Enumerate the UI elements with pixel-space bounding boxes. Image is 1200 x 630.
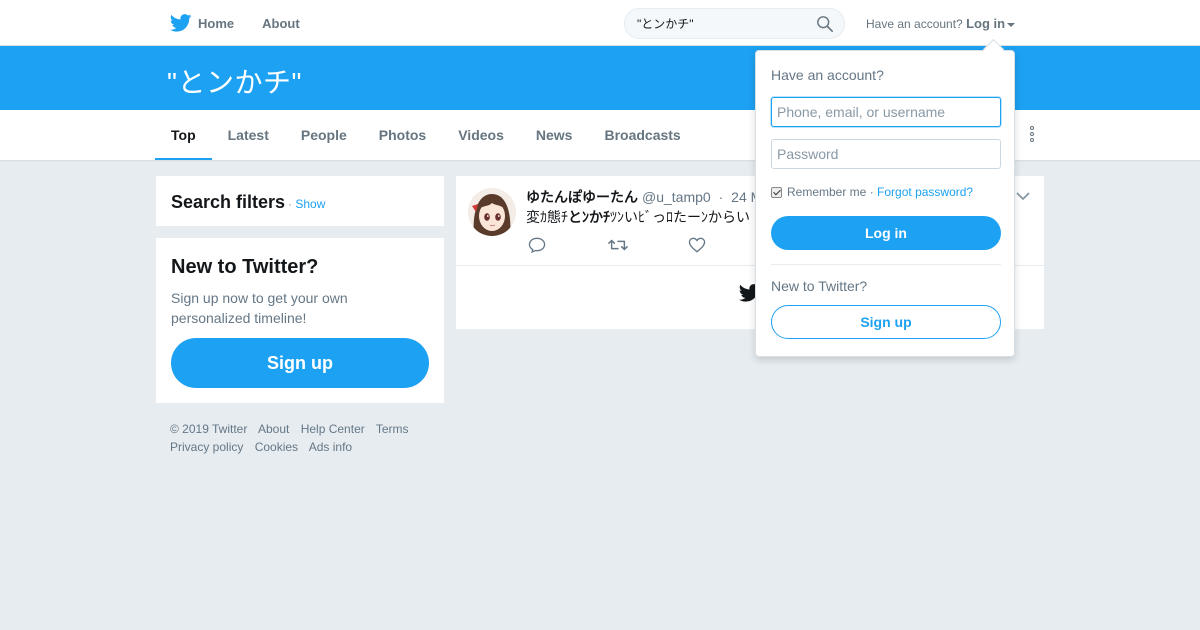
tab-videos[interactable]: Videos (442, 110, 520, 160)
search-match-highlight: とﾝかﾁ (568, 209, 610, 225)
signup-button[interactable]: Sign up (171, 338, 429, 388)
footer-links: © 2019 Twitter About Help Center Terms P… (170, 420, 440, 456)
login-menu-toggle[interactable]: Have an account? Log in (866, 16, 1016, 31)
login-button[interactable]: Log in (771, 216, 1001, 250)
footer-copyright: © 2019 Twitter (170, 422, 248, 436)
footer-help-link[interactable]: Help Center (301, 422, 365, 436)
about-label: About (262, 15, 300, 31)
footer-cookies-link[interactable]: Cookies (255, 440, 298, 454)
footer-privacy-link[interactable]: Privacy policy (170, 440, 243, 454)
about-link[interactable]: About (262, 16, 300, 31)
tweet-actions (528, 237, 768, 258)
tweet-author[interactable]: ゆたんぽゆーたん @u_tamp0 · 24 M (526, 187, 762, 207)
search-tabs: Top Latest People Photos Videos News Bro… (155, 110, 697, 160)
search-input[interactable] (637, 16, 807, 30)
reply-icon (528, 237, 546, 254)
password-field[interactable] (771, 139, 1001, 169)
search-header: "とンかチ" (0, 46, 1200, 110)
show-filters-link[interactable]: · Show (288, 197, 325, 211)
new-to-twitter-prompt: New to Twitter? (771, 278, 868, 294)
avatar-image (468, 188, 516, 236)
more-options-icon[interactable] (1026, 126, 1038, 144)
nav-links: Home About (170, 0, 328, 46)
login-dropdown: Have an account? Remember me · Forgot pa… (755, 50, 1015, 357)
retweet-icon (608, 239, 628, 251)
signup-card-description: Sign up now to get your own personalized… (171, 290, 348, 326)
signup-card: New to Twitter? Sign up now to get your … (156, 238, 444, 403)
reply-button[interactable] (528, 237, 608, 258)
tweet-display-name: ゆたんぽゆーたん (526, 189, 638, 205)
tab-top[interactable]: Top (155, 110, 212, 160)
twitter-bird-icon (170, 14, 192, 32)
tab-photos[interactable]: Photos (363, 110, 442, 160)
tweet-text: 変ｶ態ﾁとﾝかﾁﾂﾝいﾋﾞっﾛたーﾝからい (526, 209, 750, 225)
tweet-handle: @u_tamp0 (642, 189, 711, 205)
divider (771, 264, 1001, 265)
search-filters-title: Search filters (171, 192, 286, 212)
dropdown-signup-button[interactable]: Sign up (771, 305, 1001, 339)
signup-card-title: New to Twitter? (171, 256, 319, 278)
retweet-button[interactable] (608, 237, 688, 258)
footer-about-link[interactable]: About (258, 422, 289, 436)
tab-bar: Top Latest People Photos Videos News Bro… (0, 110, 1200, 160)
footer-ads-link[interactable]: Ads info (309, 440, 352, 454)
heart-icon (688, 237, 706, 253)
account-prompt: Have an account? (866, 17, 963, 31)
page-title: "とンかチ" (167, 67, 302, 98)
tab-people[interactable]: People (285, 110, 363, 160)
tweet-date-separator: · (718, 189, 724, 205)
remember-me-label[interactable]: Remember me (787, 185, 866, 199)
caret-down-icon (1007, 22, 1016, 27)
avatar[interactable] (468, 188, 516, 236)
search-icon[interactable] (816, 15, 834, 33)
login-label: Log in (966, 16, 1006, 31)
remember-me-checkbox[interactable] (771, 186, 782, 198)
top-navigation-bar: Home About Have an account? Log in (0, 0, 1200, 46)
home-label: Home (198, 15, 235, 31)
search-box (624, 8, 845, 39)
footer-terms-link[interactable]: Terms (376, 422, 409, 436)
tab-broadcasts[interactable]: Broadcasts (588, 110, 696, 160)
home-link[interactable]: Home (170, 14, 234, 32)
search-filters-card: Search filters · Show (156, 176, 444, 226)
remember-row: Remember me · Forgot password? (771, 185, 973, 199)
forgot-password-link[interactable]: Forgot password? (877, 185, 973, 199)
chevron-down-icon[interactable] (1016, 191, 1030, 201)
tab-news[interactable]: News (520, 110, 589, 160)
username-field[interactable] (771, 97, 1001, 127)
login-heading: Have an account? (771, 67, 884, 83)
tab-latest[interactable]: Latest (212, 110, 285, 160)
